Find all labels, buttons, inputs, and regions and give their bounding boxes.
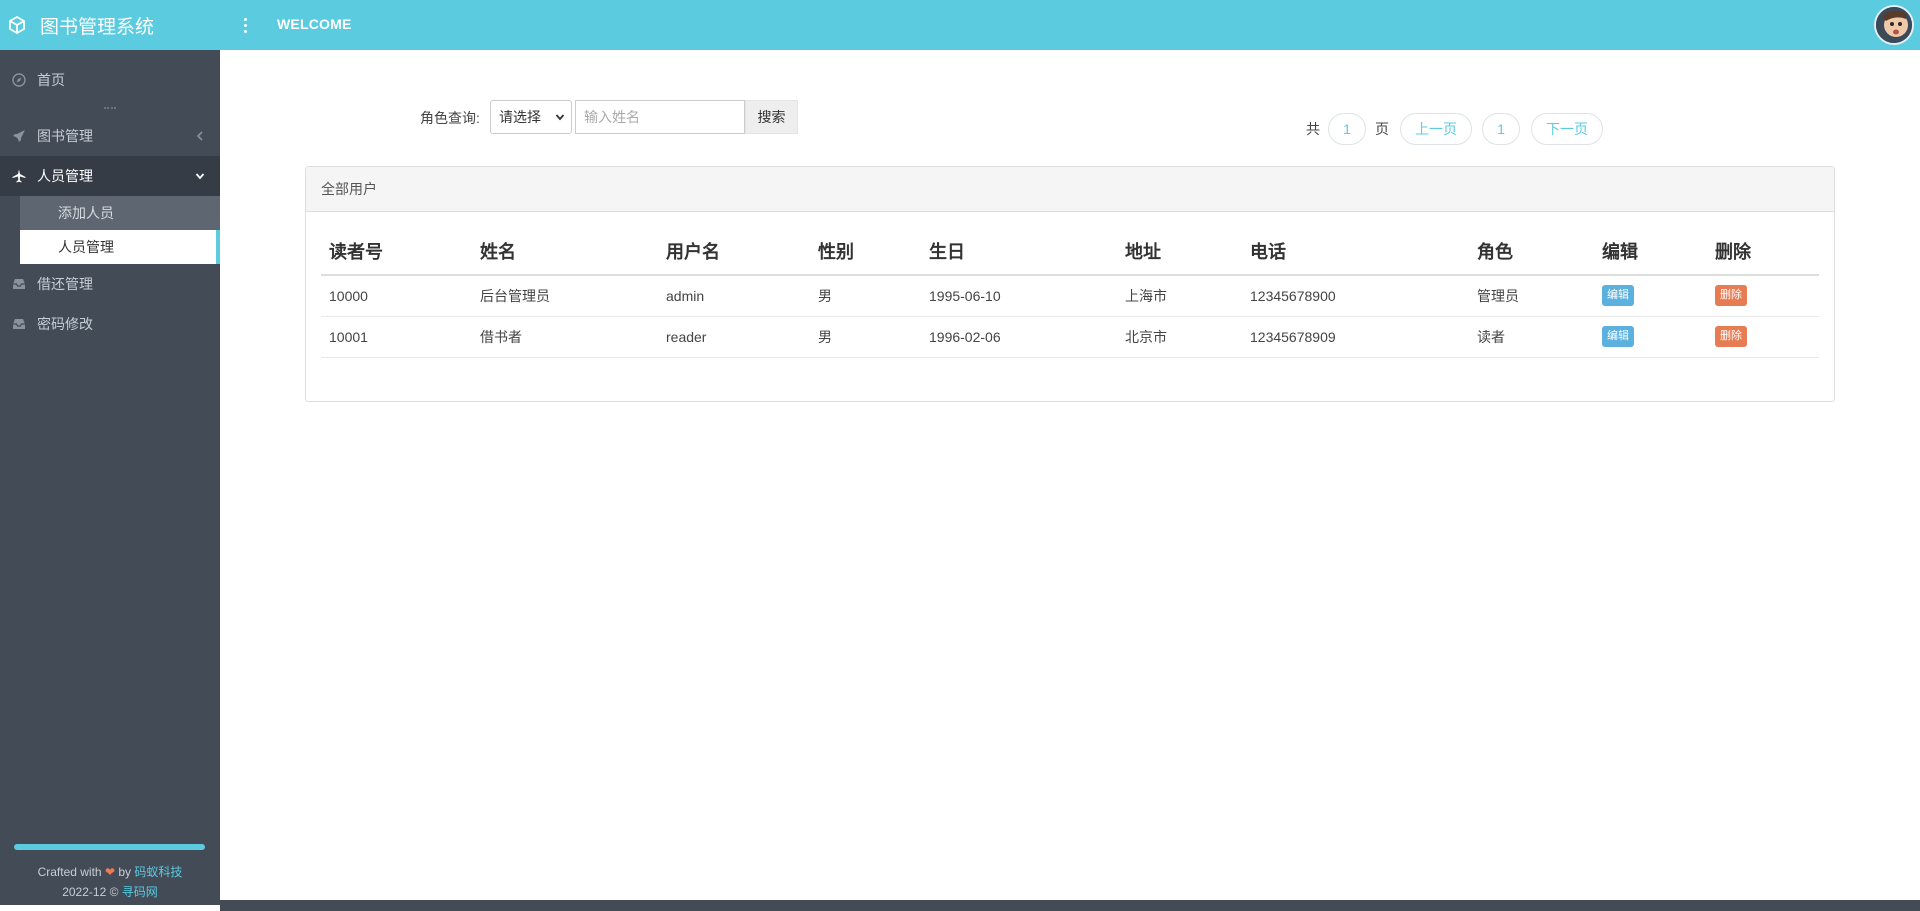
sidebar-subitem-label: 人员管理 xyxy=(58,239,114,255)
cell-name: 借书者 xyxy=(472,316,658,358)
cell-birthday: 1995-06-10 xyxy=(921,275,1117,317)
name-search-placeholder: 输入姓名 xyxy=(584,109,640,125)
avatar[interactable] xyxy=(1874,5,1914,45)
sidebar-item-label: 人员管理 xyxy=(37,168,93,184)
table-row: 10000 后台管理员 admin 男 1995-06-10 上海市 12345… xyxy=(321,275,1819,317)
sidebar-item-label: 密码修改 xyxy=(37,316,93,332)
pagination-current-page[interactable]: 1 xyxy=(1482,113,1520,145)
cell-role: 读者 xyxy=(1469,316,1594,358)
sidebar-subitem-user-management[interactable]: 人员管理 xyxy=(20,230,220,264)
cell-phone: 12345678909 xyxy=(1242,316,1469,358)
cell-edit: 编辑 xyxy=(1594,275,1707,317)
column-header: 电话 xyxy=(1242,227,1469,276)
column-header: 生日 xyxy=(921,227,1117,276)
table-header-row: 读者号 姓名 用户名 性别 生日 地址 电话 角色 编辑 删除 xyxy=(321,227,1819,276)
users-table: 读者号 姓名 用户名 性别 生日 地址 电话 角色 编辑 删除 10000 后台… xyxy=(321,227,1819,358)
cube-icon xyxy=(9,16,25,34)
cell-id: 10001 xyxy=(321,316,472,358)
heart-icon: ❤ xyxy=(104,865,116,879)
sidebar-item-borrow-return[interactable]: 借还管理 xyxy=(0,264,220,304)
delete-button[interactable]: 删除 xyxy=(1715,285,1747,307)
role-select[interactable]: 请选择 xyxy=(490,100,572,134)
footer-site-link[interactable]: 寻码网 xyxy=(122,885,158,899)
column-header: 用户名 xyxy=(658,227,810,276)
chevron-down-icon xyxy=(195,173,205,180)
inbox-icon xyxy=(13,319,25,329)
cell-address: 北京市 xyxy=(1117,316,1242,358)
cell-delete: 删除 xyxy=(1707,316,1819,358)
pagination-total-pages: 1 xyxy=(1328,113,1366,145)
chevron-left-icon xyxy=(196,131,203,141)
plane-icon xyxy=(12,169,26,183)
cell-delete: 删除 xyxy=(1707,275,1819,317)
panel-title: 全部用户 xyxy=(306,167,1834,212)
delete-button[interactable]: 删除 xyxy=(1715,326,1747,347)
role-select-value: 请选择 xyxy=(499,109,541,125)
column-header: 性别 xyxy=(810,227,921,276)
more-menu-icon[interactable] xyxy=(238,14,252,36)
sidebar-item-label: 图书管理 xyxy=(37,128,93,144)
cell-birthday: 1996-02-06 xyxy=(921,316,1117,358)
sidebar-footer: Crafted with ❤ by 码蚁科技 2022-12 © 寻码网 xyxy=(0,862,220,902)
sidebar-item-home[interactable]: 首页 xyxy=(0,60,220,100)
divider xyxy=(0,100,220,116)
column-header: 地址 xyxy=(1117,227,1242,276)
edit-button[interactable]: 编辑 xyxy=(1602,326,1634,347)
compass-icon xyxy=(12,73,26,87)
column-header: 删除 xyxy=(1707,227,1819,276)
footer-year: 2022-12 © xyxy=(62,885,119,899)
edit-button[interactable]: 编辑 xyxy=(1602,285,1634,307)
name-search-input[interactable]: 输入姓名 xyxy=(575,100,745,134)
search-button[interactable]: 搜索 xyxy=(745,100,798,134)
sidebar-item-label: 首页 xyxy=(37,72,65,88)
sidebar-item-label: 借还管理 xyxy=(37,276,93,292)
column-header: 编辑 xyxy=(1594,227,1707,276)
column-header: 角色 xyxy=(1469,227,1594,276)
sidebar-item-password[interactable]: 密码修改 xyxy=(0,304,220,344)
users-panel: 全部用户 读者号 姓名 用户名 性别 生日 地址 电话 角色 编辑 删除 100… xyxy=(305,166,1835,402)
sidebar: 首页 图书管理 人员管理 添加人员 人员管理 借还管理 密码修改 Crafted… xyxy=(0,50,220,905)
cell-username: admin xyxy=(658,275,810,317)
cell-address: 上海市 xyxy=(1117,275,1242,317)
pagination-total-prefix: 共 xyxy=(1306,121,1320,137)
cell-id: 10000 xyxy=(321,275,472,317)
sidebar-item-books[interactable]: 图书管理 xyxy=(0,116,220,156)
bottom-bar xyxy=(220,900,1920,911)
inbox-icon xyxy=(13,279,25,289)
app-title: 图书管理系统 xyxy=(40,16,155,38)
welcome-text: WELCOME xyxy=(277,16,352,32)
rocket-icon xyxy=(13,130,25,142)
top-bar: 图书管理系统 WELCOME xyxy=(0,0,1920,50)
sidebar-subitem-add-user[interactable]: 添加人员 xyxy=(20,196,220,230)
column-header: 姓名 xyxy=(472,227,658,276)
chevron-down-icon xyxy=(555,114,565,121)
sidebar-progress-bar xyxy=(14,844,205,850)
cell-role: 管理员 xyxy=(1469,275,1594,317)
cell-gender: 男 xyxy=(810,316,921,358)
cell-name: 后台管理员 xyxy=(472,275,658,317)
footer-company-link[interactable]: 码蚁科技 xyxy=(134,865,182,879)
cell-phone: 12345678900 xyxy=(1242,275,1469,317)
pagination-prev[interactable]: 上一页 xyxy=(1400,113,1472,145)
pagination-total-suffix: 页 xyxy=(1375,121,1389,137)
cell-gender: 男 xyxy=(810,275,921,317)
cell-username: reader xyxy=(658,316,810,358)
brand[interactable]: 图书管理系统 xyxy=(8,0,220,50)
footer-by: by xyxy=(118,865,132,879)
sidebar-subitem-label: 添加人员 xyxy=(58,205,114,221)
column-header: 读者号 xyxy=(321,227,472,276)
cell-edit: 编辑 xyxy=(1594,316,1707,358)
sidebar-item-users[interactable]: 人员管理 xyxy=(0,156,220,196)
footer-crafted: Crafted with xyxy=(37,865,102,879)
table-row: 10001 借书者 reader 男 1996-02-06 北京市 123456… xyxy=(321,316,1819,358)
role-search-label: 角色查询: xyxy=(420,110,480,126)
pagination-next[interactable]: 下一页 xyxy=(1531,113,1603,145)
